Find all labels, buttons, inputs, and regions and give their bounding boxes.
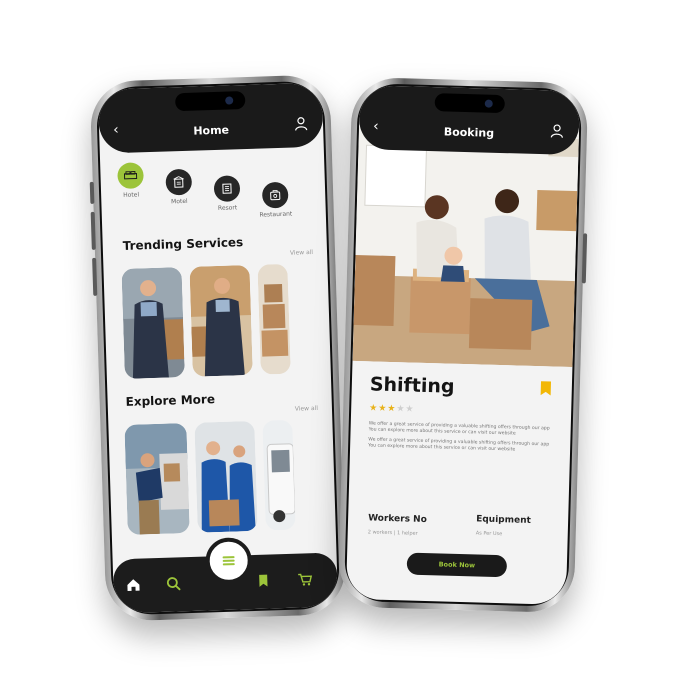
category-motel[interactable]: Motel xyxy=(158,168,199,206)
page-title: Home xyxy=(193,123,230,138)
camera-icon xyxy=(225,96,234,105)
category-label: Motel xyxy=(170,197,188,206)
resort-icon xyxy=(213,175,241,203)
service-description-1: We offer a great service of providing a … xyxy=(368,421,550,437)
phone-home: ‹ Home Hotel Motel Resort Restaurant Tre… xyxy=(89,74,347,622)
bookmark-icon[interactable] xyxy=(255,572,271,588)
app-showcase-scene: ‹ Home Hotel Motel Resort Restaurant Tre… xyxy=(0,0,700,700)
bed-icon xyxy=(117,162,144,190)
trending-card-1[interactable] xyxy=(121,267,185,379)
boxes-photo xyxy=(257,263,291,375)
trending-title: Trending Services xyxy=(122,235,244,253)
category-resort[interactable]: Resort xyxy=(207,175,248,212)
home-header: ‹ Home xyxy=(97,82,324,154)
service-title: Shifting xyxy=(369,373,455,398)
explore-card-2[interactable] xyxy=(194,420,258,533)
page-title: Booking xyxy=(443,125,495,140)
category-label: Restaurant xyxy=(259,210,293,219)
menu-icon xyxy=(222,556,235,566)
movers-team-photo xyxy=(194,420,258,533)
rating-stars: ★★★★★ xyxy=(369,403,415,414)
dynamic-island xyxy=(174,91,246,112)
booking-header: ‹ Booking xyxy=(358,85,581,156)
user-icon[interactable] xyxy=(293,115,309,131)
explore-view-all[interactable]: View all xyxy=(295,405,318,413)
home-screen: ‹ Home Hotel Motel Resort Restaurant Tre… xyxy=(97,82,339,614)
cart-icon[interactable] xyxy=(297,571,313,587)
restaurant-icon xyxy=(261,181,289,209)
trending-card-2[interactable] xyxy=(189,264,253,377)
dynamic-island xyxy=(434,93,505,114)
user-icon[interactable] xyxy=(549,122,565,138)
family-moving-photo xyxy=(352,125,580,368)
book-now-button[interactable]: Book Now xyxy=(406,552,508,578)
volume-down-button xyxy=(90,211,96,250)
mover-loading-photo xyxy=(124,423,190,535)
bookmark-icon[interactable] xyxy=(540,380,552,396)
search-icon[interactable] xyxy=(165,575,181,591)
service-description-2: We offer a great service of providing a … xyxy=(368,437,550,453)
category-restaurant[interactable]: Restaurant xyxy=(255,181,296,219)
camera-icon xyxy=(484,99,493,108)
mover-photo xyxy=(189,264,253,377)
trending-card-3[interactable] xyxy=(257,263,291,375)
explore-title: Explore More xyxy=(125,392,216,409)
service-photo xyxy=(352,125,580,368)
equipment-label: Equipment xyxy=(475,514,531,526)
booking-screen: ‹ Booking Shifting ★★★★★ We offer a grea… xyxy=(345,85,581,605)
motel-icon xyxy=(165,168,193,196)
home-icon[interactable] xyxy=(125,577,141,593)
category-hotel[interactable]: Hotel xyxy=(110,162,151,199)
explore-card-3[interactable] xyxy=(262,419,296,531)
mover-photo xyxy=(121,267,185,379)
equipment-value: As Per Use xyxy=(475,530,503,538)
phone-booking: ‹ Booking Shifting ★★★★★ We offer a grea… xyxy=(337,76,589,614)
volume-up-button xyxy=(89,181,95,204)
workers-label: Workers No xyxy=(367,513,427,526)
workers-value: 2 workers | 1 helper xyxy=(367,529,418,537)
star-empty-icon: ★ xyxy=(405,404,415,415)
menu-button[interactable] xyxy=(204,537,253,585)
van-photo xyxy=(262,419,296,531)
star-filled-icon: ★ xyxy=(369,403,379,414)
category-label: Resort xyxy=(217,204,238,212)
power-button xyxy=(581,233,588,284)
explore-card-1[interactable] xyxy=(124,423,190,535)
category-label: Hotel xyxy=(123,191,140,199)
side-button xyxy=(92,257,98,296)
trending-view-all[interactable]: View all xyxy=(290,249,313,257)
bottom-navigation xyxy=(112,537,339,614)
